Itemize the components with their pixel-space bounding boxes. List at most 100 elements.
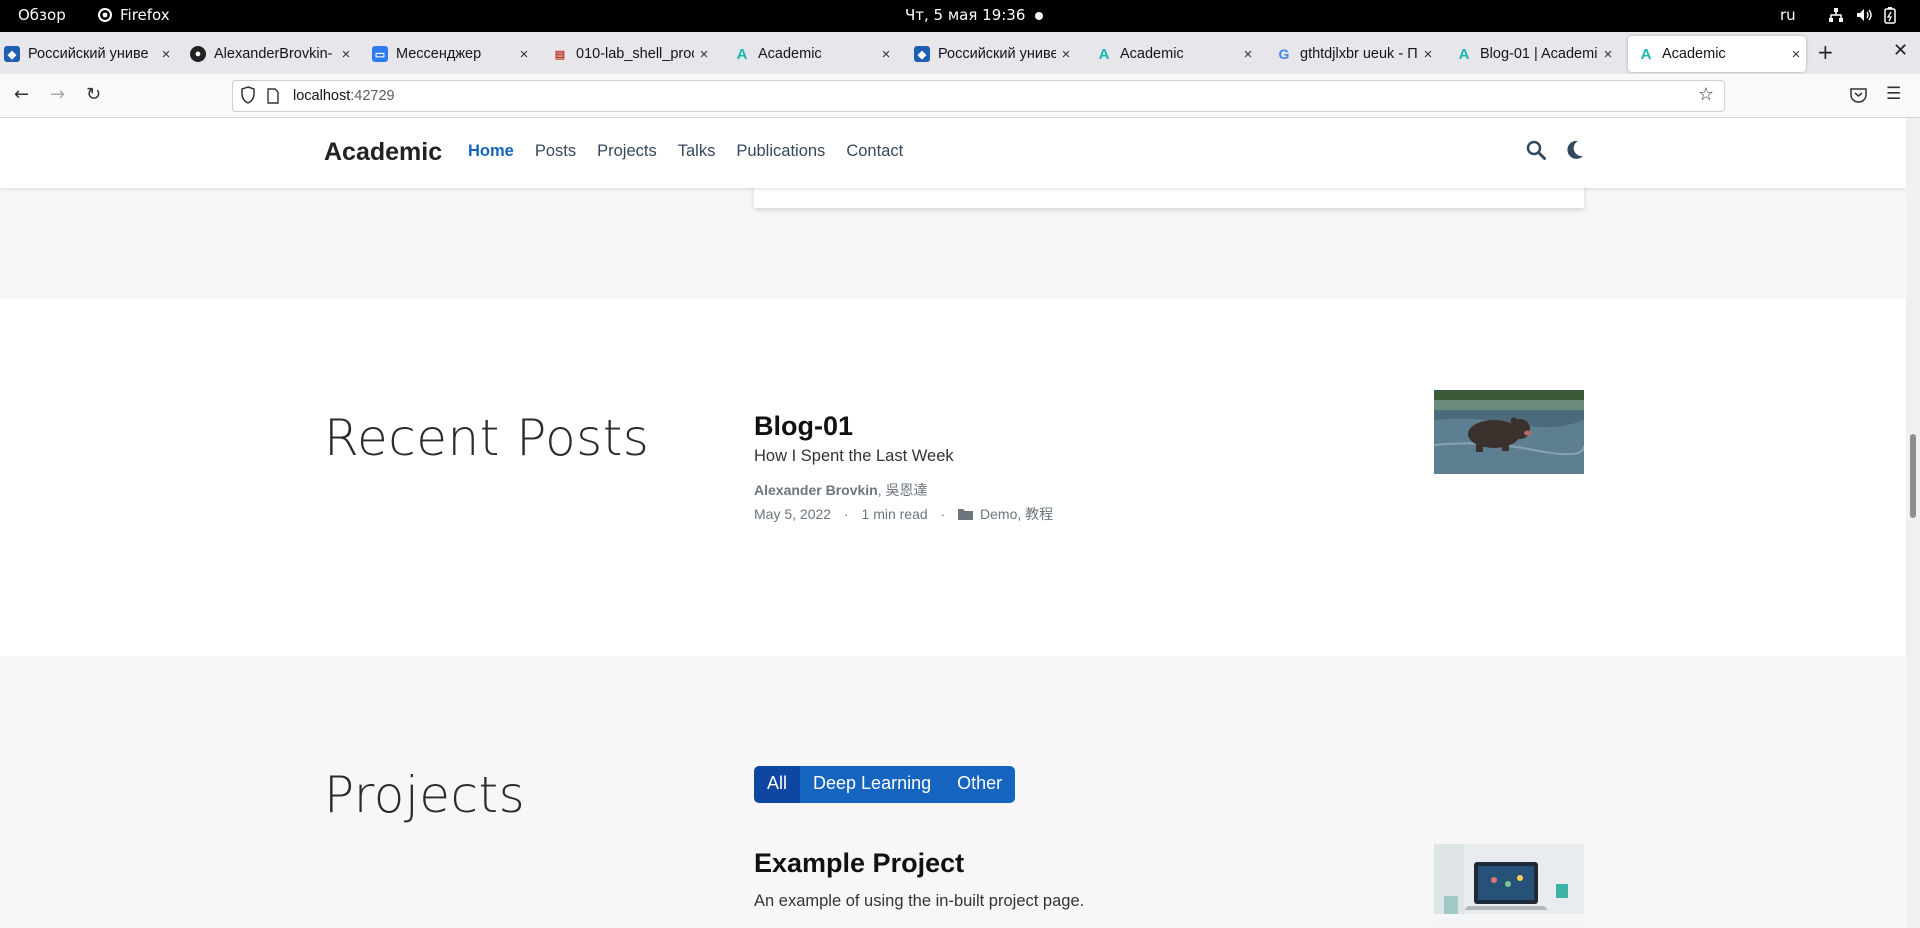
laptop-desk-image (1434, 844, 1584, 928)
project-filter-group: All Deep Learning Other (754, 766, 1016, 803)
post-meta: May 5, 2022 · 1 min read · Demo, 教程 (754, 504, 1053, 524)
project-thumbnail[interactable] (1434, 844, 1584, 928)
url-bar[interactable]: localhost:42729 ☆ (232, 80, 1725, 112)
filter-deep-learning-button[interactable]: Deep Learning (800, 766, 945, 803)
tab-title: gthtdjlxbr ueuk - П (1300, 46, 1418, 62)
close-tab-icon[interactable]: × (514, 46, 534, 63)
github-icon: ● (190, 46, 206, 62)
academic-icon: A (1458, 45, 1470, 63)
menu-hamburger-icon[interactable]: ☰ (1886, 84, 1901, 104)
post-date: May 5, 2022 (754, 506, 832, 522)
tab-blog[interactable]: A Blog-01 | Academic × (1456, 36, 1618, 72)
activities-button[interactable]: Обзор (18, 6, 66, 24)
close-tab-icon[interactable]: × (1786, 46, 1806, 63)
scrollbar-thumb[interactable] (1910, 434, 1916, 518)
tab-academic-2[interactable]: A Academic × (1096, 36, 1258, 72)
keyboard-layout[interactable]: ru (1780, 6, 1796, 24)
new-tab-button[interactable]: + (1817, 40, 1834, 64)
system-top-bar: Обзор Firefox Чт, 5 мая 19:36 ru (0, 0, 1920, 32)
tab-pdf[interactable]: ▤ 010-lab_shell_proc × (552, 36, 714, 72)
clock[interactable]: Чт, 5 мая 19:36 (905, 6, 1025, 24)
bear-cub-running-image (1434, 390, 1584, 474)
dark-mode-moon-icon[interactable] (1566, 140, 1584, 160)
close-tab-icon[interactable]: × (1238, 46, 1258, 63)
url-text: localhost:42729 (293, 88, 395, 104)
project-title[interactable]: Example Project (754, 848, 964, 879)
notification-dot (1035, 12, 1043, 20)
tab-google[interactable]: G gthtdjlxbr ueuk - П × (1276, 36, 1438, 72)
url-host: localhost (293, 88, 351, 104)
tab-title: Academic (758, 46, 822, 62)
pocket-icon[interactable] (1850, 87, 1867, 103)
menu-contact[interactable]: Contact (846, 142, 903, 161)
post-categories[interactable]: Demo, 教程 (980, 506, 1053, 522)
forward-button[interactable]: → (50, 84, 65, 105)
site-brand[interactable]: Academic (324, 138, 442, 167)
back-button[interactable]: ← (14, 84, 29, 105)
close-tab-icon[interactable]: × (1418, 46, 1438, 63)
app-menu[interactable]: Firefox (98, 6, 170, 24)
tab-messenger[interactable]: ▭ Мессенджер × (372, 36, 534, 72)
filter-all-button[interactable]: All (754, 766, 801, 803)
network-icon (1829, 8, 1843, 22)
page-viewport: Academic Home Posts Projects Talks Publi… (0, 118, 1906, 928)
site-menu: Home Posts Projects Talks Publications C… (468, 142, 903, 161)
site-navbar: Academic Home Posts Projects Talks Publi… (0, 118, 1906, 188)
page-icon (267, 88, 279, 104)
projects-heading: Projects (324, 766, 526, 824)
close-tab-icon[interactable]: × (1598, 46, 1618, 63)
menu-home[interactable]: Home (468, 142, 514, 161)
tab-rudn-2[interactable]: ◆ Российский униве × (914, 36, 1076, 72)
url-port: :42729 (350, 88, 395, 104)
navigation-toolbar: ← → ↻ localhost:42729 ☆ ☰ (0, 74, 1920, 118)
close-tab-icon[interactable]: × (156, 46, 176, 63)
tab-title: Российский униве (938, 46, 1056, 62)
recent-posts-section: Recent Posts Blog-01 How I Spent the Las… (0, 299, 1906, 656)
menu-publications[interactable]: Publications (736, 142, 825, 161)
search-icon[interactable] (1526, 140, 1546, 160)
tab-academic-active[interactable]: A Academic × (1628, 36, 1806, 72)
tab-github[interactable]: ● AlexanderBrovkin- × (190, 36, 356, 72)
recent-posts-heading: Recent Posts (324, 409, 650, 467)
close-tab-icon[interactable]: × (876, 46, 896, 63)
post-summary[interactable]: How I Spent the Last Week (754, 447, 954, 466)
menu-projects[interactable]: Projects (597, 142, 657, 161)
tab-title: 010-lab_shell_proc (576, 46, 694, 62)
meta-separator: · (843, 506, 849, 522)
menu-posts[interactable]: Posts (535, 142, 576, 161)
rudn-icon: ◆ (914, 46, 930, 62)
tab-academic-1[interactable]: A Academic × (734, 36, 896, 72)
system-tray[interactable] (1828, 7, 1896, 24)
firefox-icon (98, 8, 112, 22)
close-tab-icon[interactable]: × (1056, 46, 1076, 63)
window-close-button[interactable]: ✕ (1893, 40, 1908, 61)
tab-title: Blog-01 | Academic (1480, 46, 1598, 62)
menu-talks[interactable]: Talks (678, 142, 716, 161)
academic-icon: A (736, 45, 748, 63)
filter-other-button[interactable]: Other (944, 766, 1016, 803)
reload-button[interactable]: ↻ (86, 84, 101, 105)
post-author[interactable]: Alexander Brovkin (754, 482, 878, 498)
tab-title: Мессенджер (396, 46, 482, 62)
bookmark-star-icon[interactable]: ☆ (1698, 84, 1714, 105)
project-summary[interactable]: An example of using the in-built project… (754, 892, 1084, 911)
app-name: Firefox (120, 6, 170, 24)
academic-icon: A (1640, 45, 1652, 63)
pdf-icon: ▤ (552, 46, 568, 62)
close-tab-icon[interactable]: × (694, 46, 714, 63)
post-read-time: 1 min read (861, 506, 928, 522)
messenger-icon: ▭ (372, 46, 388, 62)
volume-icon (1857, 9, 1872, 21)
post-title[interactable]: Blog-01 (754, 411, 853, 442)
page-scrollbar[interactable] (1906, 118, 1920, 928)
academic-icon: A (1098, 45, 1110, 63)
tab-strip: ◆ Российский униве × ● AlexanderBrovkin-… (0, 32, 1920, 74)
google-icon: G (1278, 46, 1290, 62)
tab-title: AlexanderBrovkin- (214, 46, 333, 62)
tab-title: Российский униве (28, 46, 149, 62)
post-thumbnail[interactable] (1434, 390, 1584, 474)
tab-title: Academic (1120, 46, 1184, 62)
close-tab-icon[interactable]: × (336, 46, 356, 63)
tab-title: Academic (1662, 46, 1726, 62)
tab-rudn-1[interactable]: ◆ Российский униве × (4, 36, 176, 72)
